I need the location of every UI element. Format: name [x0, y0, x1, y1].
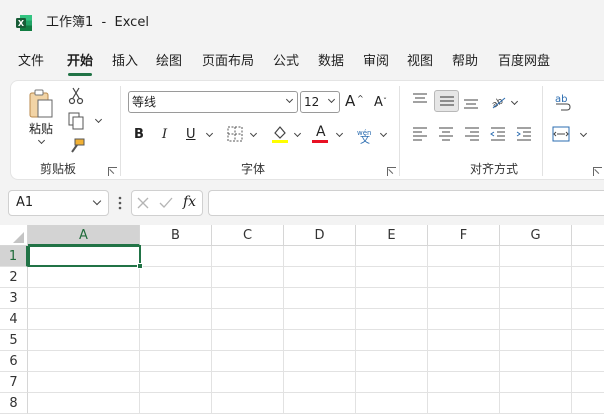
- group-divider: [399, 86, 400, 176]
- gridline: [28, 329, 604, 330]
- row-header-7[interactable]: 7: [0, 372, 28, 393]
- gridline: [211, 246, 212, 414]
- row-header-1[interactable]: 1: [0, 246, 28, 267]
- clipboard-launcher-icon[interactable]: [108, 167, 117, 176]
- column-header-f[interactable]: F: [428, 225, 500, 246]
- column-header-d[interactable]: D: [284, 225, 356, 246]
- alignment-launcher-icon[interactable]: [593, 167, 602, 176]
- font-name-select[interactable]: 等线: [128, 91, 298, 113]
- copy-icon[interactable]: [68, 112, 86, 130]
- gridline: [427, 246, 428, 414]
- gridline: [499, 246, 500, 414]
- align-middle-icon: [440, 96, 454, 106]
- tab-draw[interactable]: 绘图: [156, 53, 182, 71]
- phonetic-guide-icon[interactable]: 文: [360, 133, 370, 149]
- align-left-icon[interactable]: [412, 127, 428, 141]
- window-title: 工作簿1 - Excel: [46, 15, 149, 30]
- merge-center-icon[interactable]: [552, 126, 570, 142]
- excel-logo-icon: X: [16, 15, 32, 31]
- tab-review[interactable]: 审阅: [363, 53, 389, 71]
- gridline: [28, 371, 604, 372]
- grow-font-caret: ^: [357, 94, 364, 103]
- tab-home[interactable]: 开始: [67, 53, 93, 71]
- bold-button[interactable]: B: [134, 127, 144, 143]
- row-header-5[interactable]: 5: [0, 330, 28, 351]
- clipboard-group-label: 剪贴板: [40, 162, 77, 176]
- decrease-indent-icon[interactable]: [490, 127, 506, 141]
- font-name-value: 等线: [132, 95, 157, 109]
- fill-color-icon[interactable]: [271, 124, 289, 144]
- select-all-icon[interactable]: [0, 225, 28, 246]
- column-header-g[interactable]: G: [500, 225, 572, 246]
- align-center-icon[interactable]: [438, 127, 454, 141]
- align-bottom-icon[interactable]: [463, 97, 479, 111]
- format-painter-icon[interactable]: [68, 138, 86, 156]
- shrink-font-icon[interactable]: A: [374, 95, 383, 111]
- column-header-e[interactable]: E: [356, 225, 428, 246]
- font-color-letter[interactable]: A: [316, 124, 326, 140]
- font-size-value: 12: [304, 95, 320, 109]
- gridline: [139, 246, 140, 414]
- align-right-icon[interactable]: [464, 127, 480, 141]
- fill-handle[interactable]: [137, 263, 143, 269]
- active-tab-indicator: [68, 73, 92, 76]
- alignment-group-label: 对齐方式: [470, 162, 519, 176]
- font-group-label: 字体: [241, 162, 266, 176]
- gridline: [571, 246, 572, 414]
- italic-button[interactable]: I: [162, 127, 167, 143]
- underline-button[interactable]: U: [186, 127, 196, 143]
- cut-icon[interactable]: [68, 87, 84, 105]
- row-header-4[interactable]: 4: [0, 309, 28, 330]
- gridline: [28, 392, 604, 393]
- orientation-icon[interactable]: ab: [490, 93, 508, 110]
- row-header-6[interactable]: 6: [0, 351, 28, 372]
- align-top-icon[interactable]: [412, 93, 428, 107]
- column-header-a[interactable]: A: [28, 225, 140, 246]
- cancel-icon[interactable]: [137, 197, 149, 209]
- grow-font-icon[interactable]: A: [345, 93, 355, 109]
- enter-check-icon[interactable]: [159, 197, 173, 209]
- row-header-3[interactable]: 3: [0, 288, 28, 309]
- gridline: [28, 287, 604, 288]
- tab-page-layout[interactable]: 页面布局: [202, 53, 254, 71]
- font-color-swatch: [312, 140, 328, 143]
- name-box-value: A1: [16, 195, 34, 210]
- borders-icon[interactable]: [227, 126, 243, 142]
- column-header-b[interactable]: B: [140, 225, 212, 246]
- tab-data[interactable]: 数据: [318, 53, 344, 71]
- formula-input[interactable]: [208, 190, 604, 216]
- tab-view[interactable]: 视图: [407, 53, 433, 71]
- excel-window: X 工作簿1 - Excel 文件 开始 插入 绘图 页面布局 公式 数据 审阅…: [0, 0, 604, 414]
- group-divider: [120, 86, 121, 176]
- wrap-text-arrow-icon: [556, 103, 571, 111]
- paste-icon[interactable]: [28, 88, 58, 120]
- worksheet-grid[interactable]: A B C D E F G 1 2 3 4 5 6 7 8: [0, 225, 604, 414]
- tab-file[interactable]: 文件: [18, 53, 44, 71]
- gridline: [28, 350, 604, 351]
- shrink-font-caret: ˇ: [383, 97, 387, 106]
- paste-label[interactable]: 粘贴: [29, 122, 53, 136]
- more-options-icon[interactable]: [118, 196, 122, 210]
- svg-text:X: X: [18, 19, 25, 28]
- increase-indent-icon[interactable]: [516, 127, 532, 141]
- tab-formulas[interactable]: 公式: [273, 53, 299, 71]
- column-header-c[interactable]: C: [212, 225, 284, 246]
- tab-help[interactable]: 帮助: [452, 53, 478, 71]
- font-size-select[interactable]: 12: [300, 91, 340, 113]
- active-cell-a1[interactable]: [28, 245, 141, 267]
- title-bar: X 工作簿1 - Excel: [0, 0, 604, 44]
- column-header-h-partial[interactable]: [572, 225, 604, 246]
- tab-insert[interactable]: 插入: [112, 53, 138, 71]
- gridline: [28, 308, 604, 309]
- row-header-8[interactable]: 8: [0, 393, 28, 414]
- gridline: [283, 246, 284, 414]
- row-header-2[interactable]: 2: [0, 267, 28, 288]
- group-divider: [542, 86, 543, 176]
- gridline: [355, 246, 356, 414]
- insert-function-icon[interactable]: fx: [183, 193, 196, 211]
- font-launcher-icon[interactable]: [387, 167, 396, 176]
- tab-baidu-netdisk[interactable]: 百度网盘: [498, 53, 550, 71]
